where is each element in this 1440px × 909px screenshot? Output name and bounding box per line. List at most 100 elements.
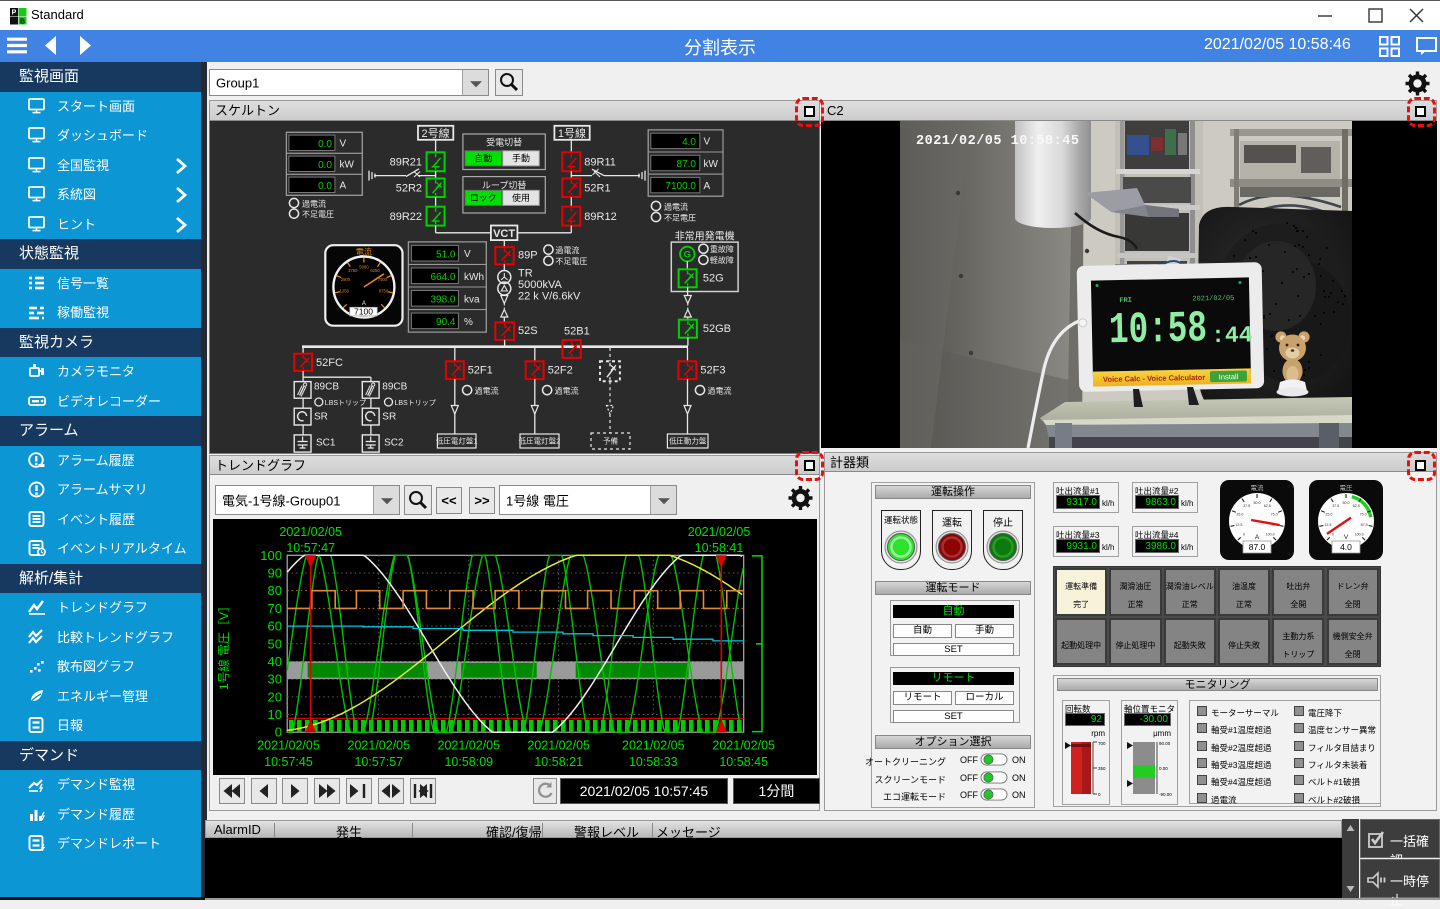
svg-text:低圧動力盤: 低圧動力盤 bbox=[669, 436, 707, 446]
svg-text:6250: 6250 bbox=[370, 268, 380, 273]
svg-text:664.0: 664.0 bbox=[430, 272, 455, 283]
svg-text:-90.00: -90.00 bbox=[1159, 792, 1172, 797]
svg-text:10:58:21: 10:58:21 bbox=[534, 755, 583, 769]
svg-text:SR: SR bbox=[314, 412, 328, 423]
svg-text:手動: 手動 bbox=[512, 153, 530, 164]
svg-text:SR: SR bbox=[382, 412, 396, 423]
svg-text:過電流: 過電流 bbox=[475, 385, 499, 395]
svg-text:低圧電灯盤1: 低圧電灯盤1 bbox=[436, 436, 478, 446]
svg-text:kW: kW bbox=[340, 160, 355, 171]
svg-text:350: 350 bbox=[1098, 766, 1106, 771]
svg-text:V: V bbox=[704, 137, 711, 148]
svg-text:予備: 予備 bbox=[603, 436, 618, 446]
svg-text:37.5: 37.5 bbox=[1243, 504, 1250, 508]
svg-text:2021/02/05: 2021/02/05 bbox=[527, 739, 590, 753]
svg-text:10:58:09: 10:58:09 bbox=[444, 755, 493, 769]
svg-text:過電流: 過電流 bbox=[664, 201, 688, 211]
svg-text:2021/02/05: 2021/02/05 bbox=[1192, 295, 1234, 304]
svg-text::44: :44 bbox=[1211, 322, 1253, 349]
svg-text:75.0: 75.0 bbox=[1360, 513, 1367, 517]
svg-text:89CB: 89CB bbox=[382, 382, 407, 393]
svg-text:7100: 7100 bbox=[354, 306, 373, 316]
svg-text:0: 0 bbox=[1098, 792, 1101, 797]
svg-text:0: 0 bbox=[1332, 533, 1334, 537]
svg-text:過電流: 過電流 bbox=[555, 245, 579, 255]
svg-text:700: 700 bbox=[1098, 741, 1106, 746]
svg-text:70: 70 bbox=[268, 601, 282, 616]
svg-text:電流: 電流 bbox=[1251, 483, 1265, 492]
svg-text:89R11: 89R11 bbox=[584, 157, 616, 169]
svg-text:0: 0 bbox=[1243, 533, 1245, 537]
svg-text:kWh: kWh bbox=[464, 272, 484, 283]
svg-text:52R2: 52R2 bbox=[396, 183, 422, 195]
svg-text:100.0: 100.0 bbox=[1266, 533, 1275, 537]
svg-text:62.5: 62.5 bbox=[1264, 504, 1271, 508]
svg-text:LBSトリップ: LBSトリップ bbox=[325, 399, 366, 407]
svg-text:G: G bbox=[684, 250, 691, 261]
svg-text:52F2: 52F2 bbox=[548, 365, 573, 377]
svg-text:0: 0 bbox=[275, 725, 282, 740]
svg-text:SC1: SC1 bbox=[316, 438, 336, 449]
svg-text:89R12: 89R12 bbox=[584, 211, 616, 223]
svg-text:ロック: ロック bbox=[470, 193, 497, 203]
svg-text:不足電圧: 不足電圧 bbox=[302, 210, 334, 219]
svg-text:FRI: FRI bbox=[1119, 297, 1132, 305]
svg-text:過電流: 過電流 bbox=[302, 198, 326, 208]
svg-text:10:57:47: 10:57:47 bbox=[286, 541, 335, 555]
svg-text:1250: 1250 bbox=[340, 288, 350, 293]
svg-text:52F1: 52F1 bbox=[468, 365, 493, 377]
svg-text:50: 50 bbox=[268, 636, 282, 651]
svg-text:3750: 3750 bbox=[348, 268, 358, 273]
svg-text:過電流: 過電流 bbox=[708, 385, 732, 395]
svg-text:電流: 電流 bbox=[356, 247, 372, 257]
svg-text:2021/02/05 10:58:45: 2021/02/05 10:58:45 bbox=[916, 134, 1079, 149]
svg-text:51.0: 51.0 bbox=[436, 250, 456, 261]
svg-text:52G: 52G bbox=[703, 273, 724, 285]
svg-text:%: % bbox=[464, 317, 473, 328]
svg-text:0.00: 0.00 bbox=[1159, 766, 1168, 771]
svg-text:2021/02/05: 2021/02/05 bbox=[348, 739, 411, 753]
svg-text:25.0: 25.0 bbox=[1325, 513, 1332, 517]
svg-text:B: B bbox=[20, 18, 25, 25]
svg-text:V: V bbox=[340, 139, 347, 150]
svg-text:12.5: 12.5 bbox=[1235, 523, 1242, 527]
svg-text:89CB: 89CB bbox=[314, 382, 339, 393]
svg-text:2500: 2500 bbox=[341, 277, 351, 282]
svg-text:重故障: 重故障 bbox=[710, 244, 734, 254]
svg-text:5000: 5000 bbox=[359, 265, 369, 270]
svg-text:2021/02/05: 2021/02/05 bbox=[712, 739, 775, 753]
svg-text:20: 20 bbox=[268, 689, 282, 704]
svg-text:2021/02/05: 2021/02/05 bbox=[257, 739, 320, 753]
svg-text:10:57:45: 10:57:45 bbox=[264, 755, 313, 769]
svg-text:Install: Install bbox=[1219, 372, 1239, 381]
svg-text:非常用発電機: 非常用発電機 bbox=[675, 230, 735, 243]
svg-text:1号線: 1号線 bbox=[558, 126, 586, 140]
svg-text:LBSトリップ: LBSトリップ bbox=[395, 399, 436, 407]
svg-text:2021/02/05: 2021/02/05 bbox=[279, 525, 342, 539]
svg-text:0.0: 0.0 bbox=[318, 160, 332, 171]
svg-text:50.0: 50.0 bbox=[1343, 501, 1350, 505]
svg-text:kW: kW bbox=[704, 159, 719, 170]
svg-text:2021/02/05: 2021/02/05 bbox=[688, 525, 751, 539]
svg-text:P: P bbox=[12, 10, 17, 17]
svg-text:80: 80 bbox=[268, 583, 282, 598]
svg-text:62.5: 62.5 bbox=[1353, 504, 1360, 508]
svg-text:4.0: 4.0 bbox=[682, 137, 696, 148]
svg-text:52S: 52S bbox=[518, 325, 538, 337]
svg-text:22 k V/6.6kV: 22 k V/6.6kV bbox=[518, 291, 581, 303]
svg-text:10:58:41: 10:58:41 bbox=[695, 541, 744, 555]
svg-text:2021/02/05: 2021/02/05 bbox=[438, 739, 501, 753]
svg-text:ループ切替: ループ切替 bbox=[482, 179, 526, 190]
svg-text:過電流: 過電流 bbox=[555, 385, 579, 395]
svg-text:37.5: 37.5 bbox=[1332, 504, 1339, 508]
svg-text:60: 60 bbox=[268, 619, 282, 634]
svg-text:TR: TR bbox=[518, 268, 533, 280]
svg-text:89P: 89P bbox=[518, 250, 538, 262]
svg-text:不足電圧: 不足電圧 bbox=[664, 213, 696, 222]
svg-text:52R1: 52R1 bbox=[584, 183, 610, 195]
svg-text:12.5: 12.5 bbox=[1324, 523, 1331, 527]
svg-text:87.5: 87.5 bbox=[1361, 523, 1368, 527]
svg-text:V: V bbox=[464, 249, 471, 260]
svg-text:使用: 使用 bbox=[512, 192, 530, 203]
svg-text:5000kVA: 5000kVA bbox=[518, 279, 562, 291]
